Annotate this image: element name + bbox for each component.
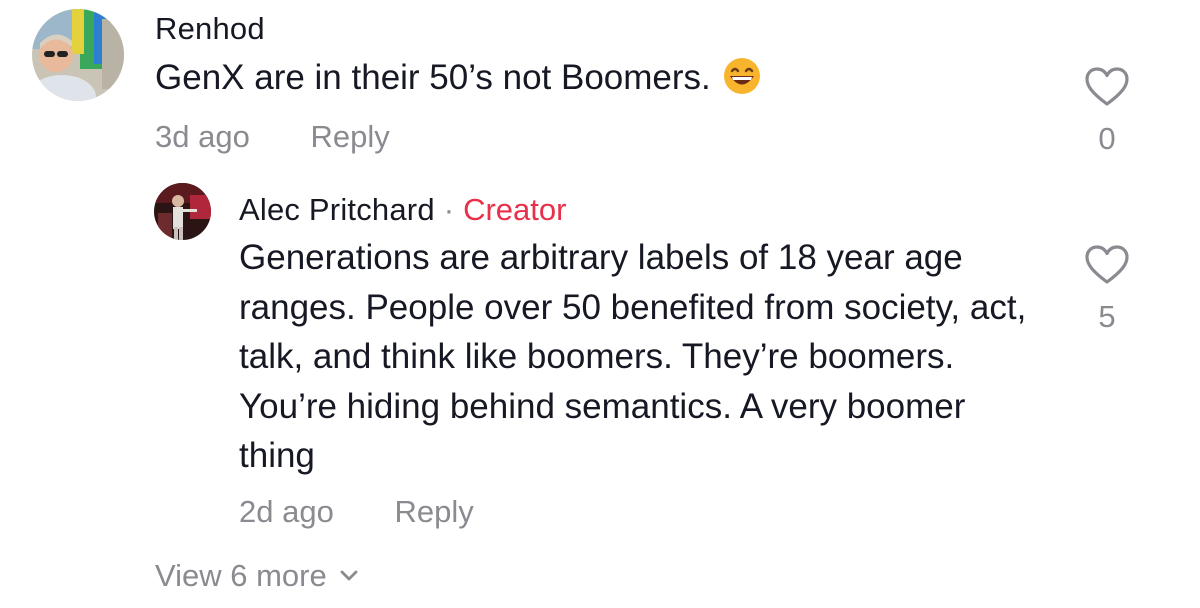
comment-meta: 3d ago Reply bbox=[155, 121, 390, 152]
comment-text: GenX are in their 50’s not Boomers. bbox=[155, 58, 711, 97]
avatar[interactable] bbox=[154, 183, 211, 240]
chevron-down-icon bbox=[340, 570, 358, 581]
reply-time: 2d ago bbox=[239, 494, 334, 529]
reply-header: Alec Pritchard · Creator bbox=[239, 192, 566, 228]
grinning-face-emoji-icon bbox=[723, 57, 761, 100]
like-button[interactable] bbox=[1084, 244, 1130, 291]
heart-icon bbox=[1085, 245, 1129, 284]
like-button[interactable] bbox=[1084, 66, 1130, 113]
reply-meta: 2d ago Reply bbox=[239, 496, 474, 527]
view-more-button[interactable]: View 6 more bbox=[155, 558, 359, 594]
reply-text: Generations are arbitrary labels of 18 y… bbox=[239, 238, 1027, 475]
heart-icon bbox=[1085, 67, 1129, 106]
avatar[interactable] bbox=[32, 9, 124, 101]
comment-body: GenX are in their 50’s not Boomers. bbox=[155, 53, 1055, 103]
separator: · bbox=[443, 192, 455, 227]
reply-button[interactable]: Reply bbox=[394, 494, 473, 529]
like-count: 5 bbox=[1098, 299, 1116, 334]
reply-button[interactable]: Reply bbox=[310, 119, 389, 154]
creator-badge: Creator bbox=[463, 192, 567, 227]
reply-username[interactable]: Alec Pritchard bbox=[239, 194, 435, 225]
comment-username[interactable]: Renhod bbox=[155, 13, 265, 44]
view-more-label: View 6 more bbox=[155, 558, 327, 593]
comment-time: 3d ago bbox=[155, 119, 250, 154]
like-count: 0 bbox=[1098, 121, 1116, 156]
